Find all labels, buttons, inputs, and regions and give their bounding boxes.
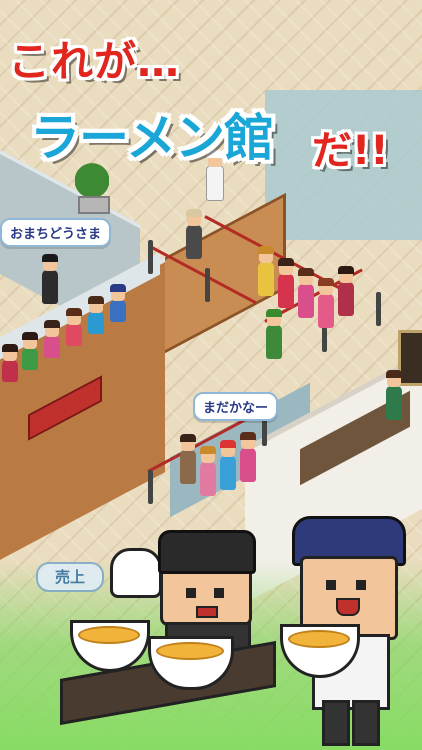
waiter-sprite <box>42 254 58 304</box>
chef-mouth <box>336 598 360 616</box>
seated-customer <box>66 308 82 346</box>
seated-customer <box>44 320 60 358</box>
queue-post <box>376 292 381 326</box>
planter-box <box>78 196 110 214</box>
customer-sprite <box>180 434 196 484</box>
customer-sprite <box>338 266 354 316</box>
chef-hair <box>158 530 256 574</box>
ramen-broth <box>156 642 224 660</box>
customer-sprite <box>318 278 334 328</box>
customer-sprite <box>258 246 274 296</box>
customer-sprite <box>386 370 402 420</box>
seated-customer <box>88 296 104 334</box>
customer-sprite <box>240 432 256 482</box>
customer-sprite <box>186 209 202 259</box>
queue-post <box>205 268 210 302</box>
customer-sprite <box>278 258 294 308</box>
ramen-broth <box>78 626 140 644</box>
cook-sprite <box>206 150 224 201</box>
chef-leg <box>352 700 380 746</box>
speech-bubble-customer: まだかなー <box>193 392 279 421</box>
speech-bubble-waiter: おまちどうさま <box>0 218 112 247</box>
seated-customer <box>22 332 38 370</box>
chef-eye <box>326 580 336 590</box>
customer-sprite <box>266 309 282 359</box>
chef-eye <box>356 580 366 590</box>
chef-eye <box>214 588 224 598</box>
customer-sprite <box>298 268 314 318</box>
seated-customer <box>2 344 18 382</box>
customer-sprite <box>200 446 216 496</box>
sales-sign: 売上 <box>36 562 104 592</box>
queue-post <box>148 470 153 504</box>
seated-customer <box>110 284 126 322</box>
title-line-2-suffix: だ!! <box>312 128 389 174</box>
chef-eye <box>186 588 196 598</box>
chef-mouth <box>196 606 218 618</box>
chef-leg <box>322 700 350 746</box>
queue-post <box>148 240 153 274</box>
title-line-1: これが… <box>8 37 181 86</box>
steam-cloud <box>110 548 162 598</box>
customer-sprite <box>220 440 236 490</box>
game-scene: おまちどうさま まだかなー 売上 これが… ラーメン館 だ!! <box>0 0 422 750</box>
ramen-broth <box>288 630 350 648</box>
title-line-2: ラーメン館 <box>30 109 274 167</box>
